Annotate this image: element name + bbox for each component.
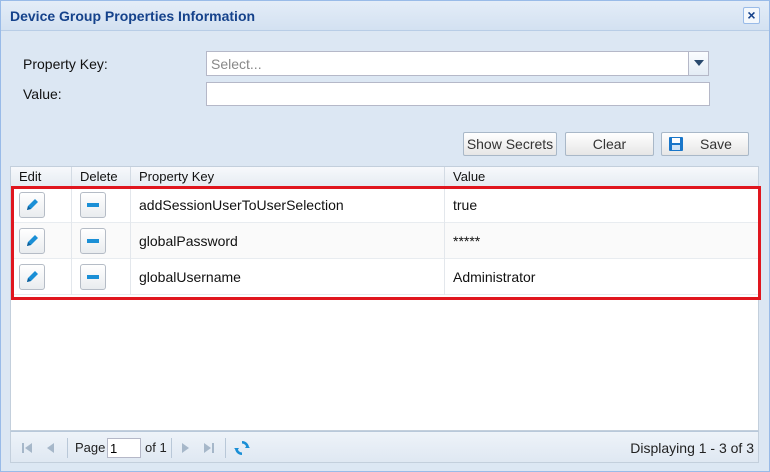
pencil-icon	[27, 271, 38, 282]
dialog-title: Device Group Properties Information	[10, 8, 256, 24]
page-count-label: of 1	[145, 440, 167, 455]
device-group-properties-dialog: Device Group Properties Information × Pr…	[0, 0, 770, 472]
displaying-message: Displaying 1 - 3 of 3	[630, 440, 754, 456]
value-cell: *****	[453, 233, 481, 249]
edit-cell	[11, 259, 72, 295]
pager-separator	[171, 438, 172, 458]
property-key-cell: globalUsername	[131, 259, 445, 295]
save-icon	[669, 137, 683, 151]
close-button[interactable]: ×	[743, 7, 760, 24]
property-key-label: Property Key:	[23, 56, 108, 72]
edit-button[interactable]	[19, 192, 45, 218]
value-cell: Administrator	[453, 269, 536, 285]
pencil-icon	[27, 235, 38, 246]
value-input[interactable]	[206, 82, 710, 106]
refresh-icon[interactable]	[233, 439, 251, 457]
delete-button[interactable]	[80, 264, 106, 290]
minus-icon	[87, 203, 99, 207]
paging-toolbar: Page of 1 Displaying 1 - 3 of 3	[10, 431, 759, 463]
pager-separator	[225, 438, 226, 458]
delete-cell	[72, 187, 131, 223]
delete-button[interactable]	[80, 228, 106, 254]
property-key-cell: globalPassword	[131, 223, 445, 259]
column-header-value[interactable]: Value	[445, 167, 758, 187]
save-button-label: Save	[700, 136, 732, 152]
edit-button[interactable]	[19, 264, 45, 290]
page-number-input[interactable]	[107, 438, 141, 458]
grid-header: Edit Delete Property Key Value	[11, 167, 758, 187]
first-page-icon[interactable]	[19, 440, 35, 456]
next-page-icon[interactable]	[177, 440, 193, 456]
last-page-icon[interactable]	[201, 440, 217, 456]
column-header-property-key[interactable]: Property Key	[131, 167, 445, 187]
column-header-edit[interactable]: Edit	[11, 167, 72, 187]
prev-page-icon[interactable]	[43, 440, 59, 456]
minus-icon	[87, 239, 99, 243]
save-button[interactable]: Save	[661, 132, 749, 156]
delete-button[interactable]	[80, 192, 106, 218]
edit-button[interactable]	[19, 228, 45, 254]
table-row[interactable]: addSessionUserToUserSelection true	[11, 187, 758, 223]
table-row[interactable]: globalPassword *****	[11, 223, 758, 259]
delete-cell	[72, 259, 131, 295]
clear-button[interactable]: Clear	[565, 132, 654, 156]
minus-icon	[87, 275, 99, 279]
edit-cell	[11, 187, 72, 223]
page-label: Page	[75, 440, 106, 455]
pencil-icon	[27, 199, 38, 210]
pager-separator	[67, 438, 68, 458]
delete-cell	[72, 223, 131, 259]
property-key-cell: addSessionUserToUserSelection	[131, 187, 445, 223]
property-key-combo[interactable]: Select...	[206, 51, 709, 76]
property-key-dropdown-trigger[interactable]	[688, 52, 708, 75]
show-secrets-button[interactable]: Show Secrets	[463, 132, 557, 156]
column-header-delete[interactable]: Delete	[72, 167, 131, 187]
table-row[interactable]: globalUsername Administrator	[11, 259, 758, 295]
value-cell: true	[453, 197, 478, 213]
properties-grid: Edit Delete Property Key Value addSessio…	[10, 166, 759, 431]
dialog-titlebar[interactable]: Device Group Properties Information ×	[1, 1, 769, 31]
close-icon: ×	[747, 7, 756, 23]
value-label: Value:	[23, 86, 62, 102]
property-key-placeholder: Select...	[211, 56, 262, 72]
chevron-down-icon	[694, 60, 704, 66]
edit-cell	[11, 223, 72, 259]
